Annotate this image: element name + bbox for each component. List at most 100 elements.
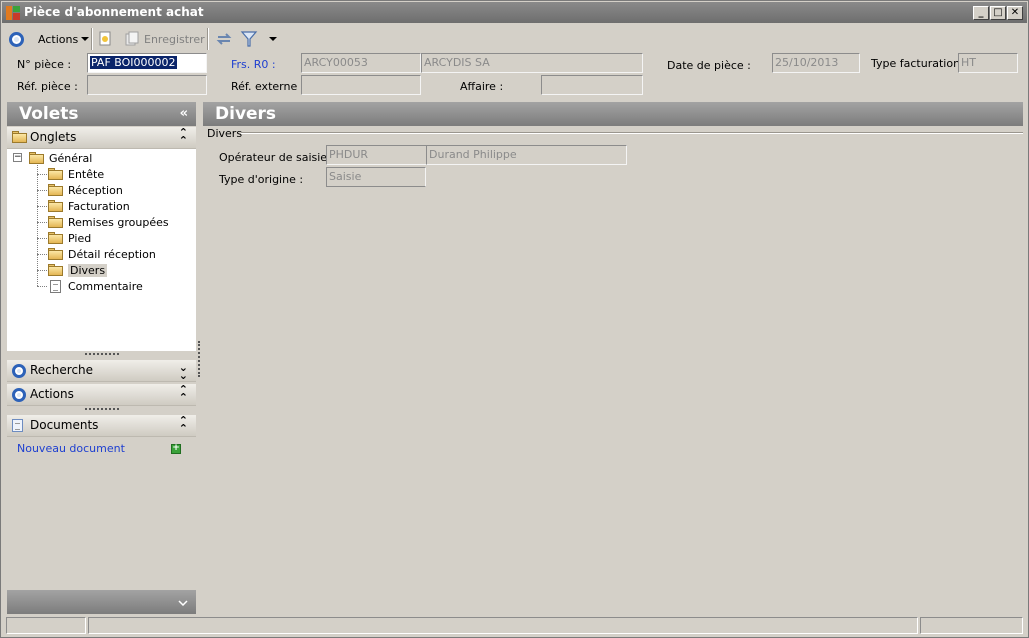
filter-button[interactable] xyxy=(240,29,258,49)
tree-node-label: Réception xyxy=(68,183,123,197)
open-folder-icon xyxy=(48,264,63,276)
folder-icon xyxy=(48,184,63,196)
minimize-button[interactable]: _ xyxy=(973,6,989,20)
status-cell xyxy=(6,617,86,634)
tree-node-label: Remises groupées xyxy=(68,215,169,229)
resize-grip[interactable] xyxy=(85,353,119,356)
collapse-up-icon[interactable]: ⌃ ⌃ xyxy=(179,384,188,403)
folder-icon xyxy=(29,152,44,164)
expand-down-icon[interactable]: ⌄ ⌄ xyxy=(179,362,188,381)
folder-icon xyxy=(48,168,63,180)
resize-grip[interactable] xyxy=(85,408,119,411)
actions-section-header[interactable]: Actions ⌃ ⌃ xyxy=(7,384,196,406)
window-title: Pièce d'abonnement achat xyxy=(24,5,204,19)
maximize-button[interactable]: □ xyxy=(990,6,1006,20)
new-document-link[interactable]: Nouveau document xyxy=(17,442,125,455)
type-fact-label: Type facturation : xyxy=(871,57,968,70)
tree-collapse-toggle[interactable]: − xyxy=(13,153,22,162)
panel-splitter[interactable] xyxy=(198,341,200,377)
tree-node-label: Commentaire xyxy=(68,279,143,293)
ref-externe-label: Réf. externe : xyxy=(231,80,305,93)
ring-icon xyxy=(12,388,26,402)
actions-ring-icon[interactable] xyxy=(9,29,24,49)
type-origine-field[interactable]: Saisie xyxy=(326,167,426,187)
tree-node-commentaire[interactable]: Commentaire xyxy=(48,278,143,294)
ref-externe-field[interactable] xyxy=(301,75,421,95)
tree-node-pied[interactable]: Pied xyxy=(48,230,91,246)
documents-title: Documents xyxy=(30,418,99,432)
frs-name-field[interactable]: ARCYDIS SA xyxy=(421,53,643,73)
close-button[interactable]: ✕ xyxy=(1007,6,1023,20)
num-piece-value: PAF BOI000002 xyxy=(90,56,177,69)
tree-node-reception[interactable]: Réception xyxy=(48,182,123,198)
tree-node-facturation[interactable]: Facturation xyxy=(48,198,130,214)
folder-icon xyxy=(48,232,63,244)
tree-node-label: Détail réception xyxy=(68,247,156,261)
date-field[interactable]: 25/10/2013 xyxy=(772,53,860,73)
tree-node-divers[interactable]: Divers xyxy=(48,262,108,278)
group-divider xyxy=(241,132,1023,134)
status-cell xyxy=(920,617,1023,634)
toolbar: Actions Enregistrer xyxy=(2,25,1027,52)
operateur-name-field[interactable]: Durand Philippe xyxy=(426,145,627,165)
tree-node-label: Divers xyxy=(68,263,108,277)
collapse-up-icon[interactable]: ⌃ ⌃ xyxy=(179,127,188,146)
num-piece-label: N° pièce : xyxy=(17,58,72,71)
app-window: Pièce d'abonnement achat _ □ ✕ Actions E… xyxy=(0,0,1029,638)
new-doc-button[interactable] xyxy=(97,29,113,49)
frs-code-field[interactable]: ARCY00053 xyxy=(301,53,421,73)
collapse-panel-icon[interactable]: « xyxy=(180,106,188,121)
folder-icon xyxy=(12,131,27,145)
type-origine-label: Type d'origine : xyxy=(219,173,304,186)
save-button[interactable]: Enregistrer xyxy=(124,29,205,49)
actions-menu-button[interactable]: Actions xyxy=(38,29,90,49)
document-icon xyxy=(50,279,61,293)
affaire-label: Affaire : xyxy=(460,80,504,93)
frs-link[interactable]: Frs. R0 : xyxy=(231,58,276,71)
new-document-icon xyxy=(99,31,111,46)
save-icon xyxy=(125,31,139,46)
tree-node-label: Pied xyxy=(68,231,92,245)
recherche-section-header[interactable]: Recherche ⌄ ⌄ xyxy=(7,360,196,382)
type-fact-field[interactable]: HT xyxy=(958,53,1018,73)
operateur-code-field[interactable]: PHDUR xyxy=(326,145,428,165)
toolbar-separator xyxy=(207,28,209,50)
title-bar[interactable]: Pièce d'abonnement achat _ □ ✕ xyxy=(2,2,1027,23)
refresh-button[interactable] xyxy=(215,29,233,49)
tree-node-general[interactable]: Général xyxy=(29,150,92,166)
collapse-up-icon[interactable]: ⌃ ⌃ xyxy=(179,415,188,434)
filter-icon xyxy=(240,31,258,47)
onglets-tree: − Général Entête Réception Facturation R… xyxy=(7,149,196,351)
operateur-label: Opérateur de saisie : xyxy=(219,151,335,164)
tree-node-label: Facturation xyxy=(68,199,130,213)
add-document-icon[interactable]: + xyxy=(171,444,181,454)
folder-icon xyxy=(48,216,63,228)
tree-node-remises-groupees[interactable]: Remises groupées xyxy=(48,214,169,230)
affaire-field[interactable] xyxy=(541,75,643,95)
num-piece-field[interactable]: PAF BOI000002 xyxy=(87,53,207,73)
tree-node-entete[interactable]: Entête xyxy=(48,166,104,182)
document-icon xyxy=(12,419,26,433)
main-header: Divers xyxy=(203,102,1023,126)
volets-title: Volets xyxy=(19,104,79,124)
onglets-section-header[interactable]: Onglets ⌃ ⌃ xyxy=(7,127,196,149)
tree-node-detail-reception[interactable]: Détail réception xyxy=(48,246,156,262)
panel-footer xyxy=(7,590,196,614)
group-label: Divers xyxy=(207,127,243,140)
chevron-down-icon[interactable] xyxy=(178,600,188,606)
documents-section-header[interactable]: Documents ⌃ ⌃ xyxy=(7,415,196,437)
recherche-title: Recherche xyxy=(30,363,94,377)
actions-menu-label: Actions xyxy=(38,32,79,46)
tree-node-label: Général xyxy=(49,151,93,165)
toolbar-separator xyxy=(91,28,93,50)
tree-node-label: Entête xyxy=(68,167,105,181)
filter-dropdown-button[interactable] xyxy=(266,29,277,49)
refresh-icon xyxy=(216,33,232,45)
date-label: Date de pièce : xyxy=(667,59,751,72)
status-cell xyxy=(88,617,918,634)
folder-icon xyxy=(48,200,63,212)
volets-header: Volets « xyxy=(7,102,196,126)
ref-piece-field[interactable] xyxy=(87,75,207,95)
folder-icon xyxy=(48,248,63,260)
save-label: Enregistrer xyxy=(144,32,205,46)
